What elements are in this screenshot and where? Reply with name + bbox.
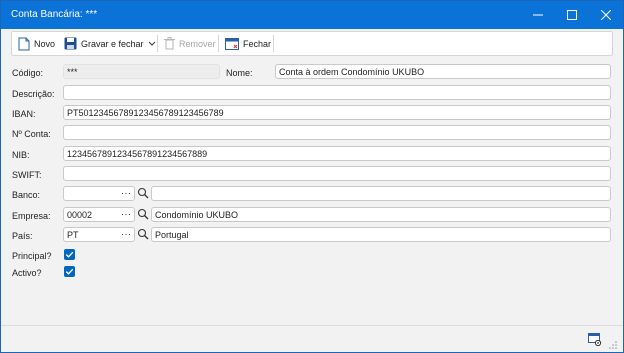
descricao-label: Descrição: [12,89,55,99]
dialog-window: Conta Bancária: *** Novo Gravar e fechar… [0,0,624,353]
nconta-field[interactable] [63,125,611,140]
banco-label: Banco: [12,190,41,200]
checkmark-icon [65,251,74,258]
status-bar [1,325,623,352]
document-icon [18,37,30,50]
swift-field[interactable] [63,166,611,181]
codigo-label: Código: [12,68,44,78]
toolbar-separator [218,35,219,52]
window-title: Conta Bancária: *** [11,9,98,20]
codigo-field: *** [63,64,220,79]
gravar-fechar-button[interactable]: Gravar e fechar [60,32,160,55]
activo-label: Activo? [12,268,42,278]
empresa-name-field: Condomínio UKUBO [151,207,611,222]
search-icon[interactable] [137,187,149,199]
toolbar: Novo Gravar e fechar Remover Fechar [11,31,613,56]
trash-icon [164,37,175,50]
empresa-label: Empresa: [12,211,51,221]
minimize-button[interactable] [521,1,555,29]
chevron-down-icon [148,41,155,46]
close-button[interactable] [589,1,623,29]
toolbar-separator [273,35,274,52]
activo-checkbox[interactable] [64,266,75,277]
maximize-button[interactable] [555,1,589,29]
title-bar: Conta Bancária: *** [1,1,623,29]
maximize-icon [567,10,577,20]
nome-field[interactable]: Conta à ordem Condomínio UKUBO [275,64,611,79]
save-icon [64,37,77,50]
nome-label: Nome: [226,68,253,78]
iban-label: IBAN: [12,109,36,119]
novo-label: Novo [34,38,56,49]
toolbar-separator [157,35,158,52]
gravar-label: Gravar e fechar [81,38,144,49]
principal-checkbox[interactable] [64,249,75,260]
close-window-icon [225,37,239,50]
banco-name-field [151,186,611,201]
checkmark-icon [65,268,74,275]
nib-label: NIB: [12,150,30,160]
search-icon[interactable] [137,208,149,220]
nconta-label: Nº Conta: [12,129,51,139]
settings-window-icon[interactable] [588,333,602,346]
banco-lookup-dots[interactable]: ··· [121,188,132,198]
swift-label: SWIFT: [12,170,42,180]
nib-field[interactable]: 1234567891234567891234567889 [63,146,611,161]
remover-label: Remover [179,38,216,49]
novo-button[interactable]: Novo [14,32,59,55]
fechar-button[interactable]: Fechar [221,32,275,55]
descricao-field[interactable] [63,85,611,100]
remover-button[interactable]: Remover [160,32,220,55]
pais-label: País: [12,231,33,241]
fechar-label: Fechar [243,38,272,49]
pais-lookup-dots[interactable]: ··· [121,229,132,239]
search-icon[interactable] [137,228,149,240]
pais-name-field: Portugal [151,227,611,242]
close-icon [601,10,611,20]
resize-grip-icon[interactable] [609,341,618,350]
principal-label: Principal? [12,251,52,261]
iban-field[interactable]: PT50123456789123456789123456789 [63,105,611,120]
empresa-lookup-dots[interactable]: ··· [121,209,132,219]
minimize-icon [533,14,543,16]
